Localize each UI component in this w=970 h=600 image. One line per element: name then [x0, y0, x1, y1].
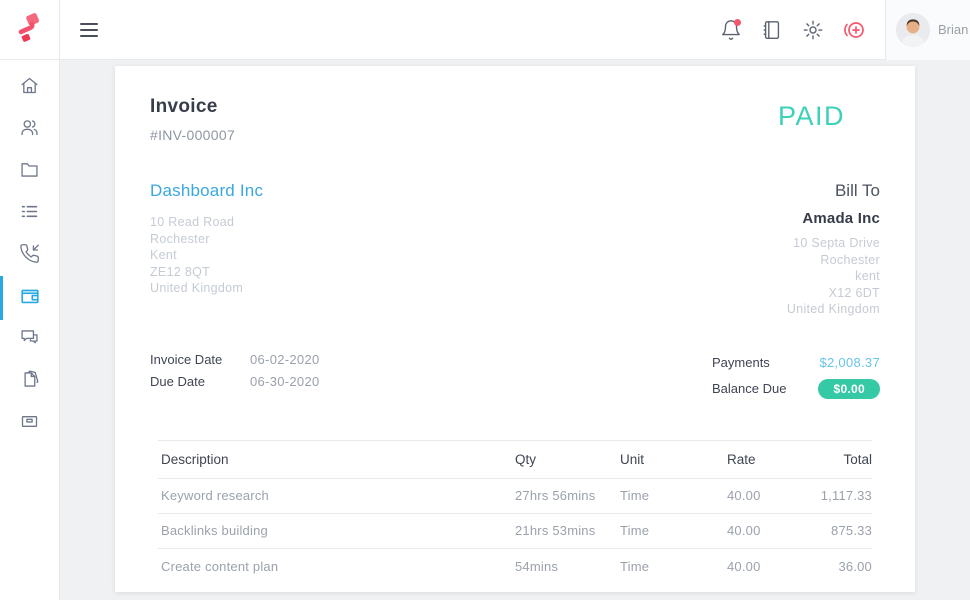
settings-gear-icon[interactable]: [800, 17, 826, 43]
sidebar-item-documents[interactable]: [0, 361, 59, 403]
sidebar-item-home[interactable]: [0, 67, 59, 109]
main-content: Invoice #INV-000007 PAID Dashboard Inc 1…: [60, 60, 970, 600]
avatar: [896, 13, 930, 47]
phone-incoming-icon: [19, 243, 40, 269]
quick-add-icon[interactable]: [841, 17, 867, 43]
client-address: 10 Septa Drive Rochester kent X12 6DT Un…: [787, 235, 880, 318]
wallet-icon: [19, 285, 41, 312]
sidebar-item-messages[interactable]: [0, 319, 59, 361]
app-logo[interactable]: [0, 0, 60, 60]
topbar-actions: [718, 17, 867, 43]
sidebar-item-projects[interactable]: [0, 151, 59, 193]
home-icon: [19, 75, 40, 101]
bill-to-label: Bill To: [787, 181, 880, 201]
invoice-dates: Invoice Date 06-02-2020 Due Date 06-30-2…: [150, 352, 320, 389]
topbar: Brian: [0, 0, 970, 60]
address-book-icon[interactable]: [759, 17, 785, 43]
col-qty: Qty: [515, 452, 620, 467]
invoice-date-value: 06-02-2020: [250, 352, 320, 367]
invoice-date-label: Invoice Date: [150, 352, 250, 367]
user-name: Brian: [938, 22, 968, 37]
table-header-row: Description Qty Unit Rate Total: [158, 441, 872, 479]
folder-icon: [19, 159, 40, 185]
status-badge: PAID: [778, 101, 845, 132]
table-row[interactable]: Keyword research 27hrs 56mins Time 40.00…: [158, 479, 872, 514]
pages-icon: [19, 369, 40, 395]
app-root: Brian: [0, 0, 970, 600]
sidebar-item-contacts[interactable]: [0, 109, 59, 151]
notification-dot: [734, 19, 741, 26]
due-date-label: Due Date: [150, 374, 250, 389]
invoice-number: #INV-000007: [150, 127, 235, 143]
col-description: Description: [158, 452, 515, 467]
col-rate: Rate: [727, 452, 813, 467]
chat-icon: [19, 327, 40, 353]
balance-due-label: Balance Due: [712, 381, 786, 396]
sidebar-item-archive[interactable]: [0, 403, 59, 445]
table-row[interactable]: Create content plan 54mins Time 40.00 36…: [158, 549, 872, 584]
company-link[interactable]: Dashboard Inc: [150, 181, 263, 200]
brand-logo-icon: [13, 10, 47, 49]
balance-due-badge: $0.00: [818, 379, 880, 399]
sidebar-item-invoices[interactable]: [0, 277, 59, 319]
sidebar-item-calls[interactable]: [0, 235, 59, 277]
col-total: Total: [813, 452, 872, 467]
user-menu[interactable]: Brian: [885, 0, 970, 60]
sidebar-item-tasks[interactable]: [0, 193, 59, 235]
payments-value[interactable]: $2,008.37: [819, 355, 880, 370]
line-items-table: Description Qty Unit Rate Total Keyword …: [158, 440, 872, 584]
company-address: 10 Read Road Rochester Kent ZE12 8QT Uni…: [150, 214, 263, 297]
sidebar: [0, 60, 60, 600]
col-unit: Unit: [620, 452, 727, 467]
company-block: Dashboard Inc 10 Read Road Rochester Ken…: [150, 181, 263, 318]
client-name: Amada Inc: [787, 210, 880, 227]
due-date-value: 06-30-2020: [250, 374, 320, 389]
table-row[interactable]: Backlinks building 21hrs 53mins Time 40.…: [158, 514, 872, 549]
notifications-bell-icon[interactable]: [718, 17, 744, 43]
users-icon: [19, 117, 40, 143]
menu-toggle-button[interactable]: [70, 11, 108, 49]
payments-label: Payments: [712, 355, 770, 370]
invoice-amounts: Payments $2,008.37 Balance Due $0.00: [712, 352, 880, 404]
bill-to-block: Bill To Amada Inc 10 Septa Drive Rochest…: [787, 181, 880, 318]
list-icon: [19, 201, 40, 227]
invoice-card: Invoice #INV-000007 PAID Dashboard Inc 1…: [115, 66, 915, 592]
archive-icon: [19, 411, 40, 437]
page-title: Invoice: [150, 96, 235, 118]
